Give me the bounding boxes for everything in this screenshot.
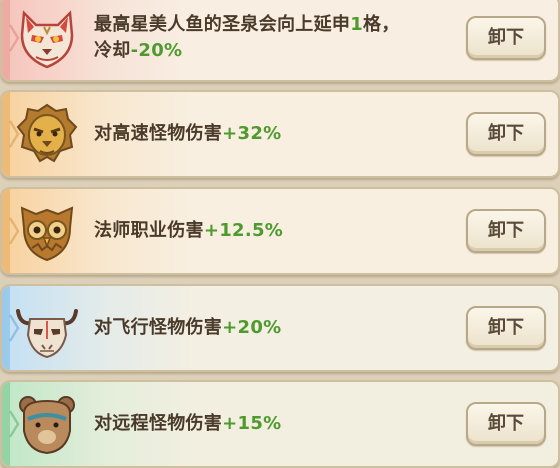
unequip-button[interactable]: 卸下 bbox=[466, 209, 546, 253]
fox-mask-icon bbox=[14, 5, 80, 71]
relic-value: +12.5% bbox=[203, 220, 284, 241]
relic-description: 对高速怪物伤害+32% bbox=[94, 123, 282, 144]
relic-card-2: 对高速怪物伤害+32% 卸下 bbox=[0, 90, 560, 178]
relic-value: +20% bbox=[222, 317, 282, 338]
unequip-button[interactable]: 卸下 bbox=[466, 402, 546, 446]
relic-value: +32% bbox=[222, 123, 282, 144]
relic-description: 对远程怪物伤害+15% bbox=[94, 413, 282, 434]
owl-mask-icon bbox=[14, 198, 80, 264]
relic-card-3: 法师职业伤害+12.5% 卸下 bbox=[0, 187, 560, 275]
unequip-button[interactable]: 卸下 bbox=[466, 306, 546, 350]
relic-card-5: 对远程怪物伤害+15% 卸下 bbox=[0, 380, 560, 468]
bull-skull-icon bbox=[14, 295, 80, 361]
relic-description: 对飞行怪物伤害+20% bbox=[94, 317, 282, 338]
relic-value: 1 bbox=[350, 14, 364, 35]
relic-description: 最高星美人鱼的圣泉会向上延申1格， 冷却-20% bbox=[94, 14, 400, 61]
relic-value: -20% bbox=[130, 40, 183, 61]
relic-card-4: 对飞行怪物伤害+20% 卸下 bbox=[0, 284, 560, 372]
relic-description: 法师职业伤害+12.5% bbox=[94, 220, 284, 241]
unequip-button[interactable]: 卸下 bbox=[466, 16, 546, 60]
unequip-button[interactable]: 卸下 bbox=[466, 112, 546, 156]
bear-mask-icon bbox=[14, 391, 80, 457]
relic-value: +15% bbox=[222, 413, 282, 434]
relic-card-1: 最高星美人鱼的圣泉会向上延申1格， 冷却-20% 卸下 bbox=[0, 0, 560, 82]
lion-mask-icon bbox=[14, 101, 80, 167]
